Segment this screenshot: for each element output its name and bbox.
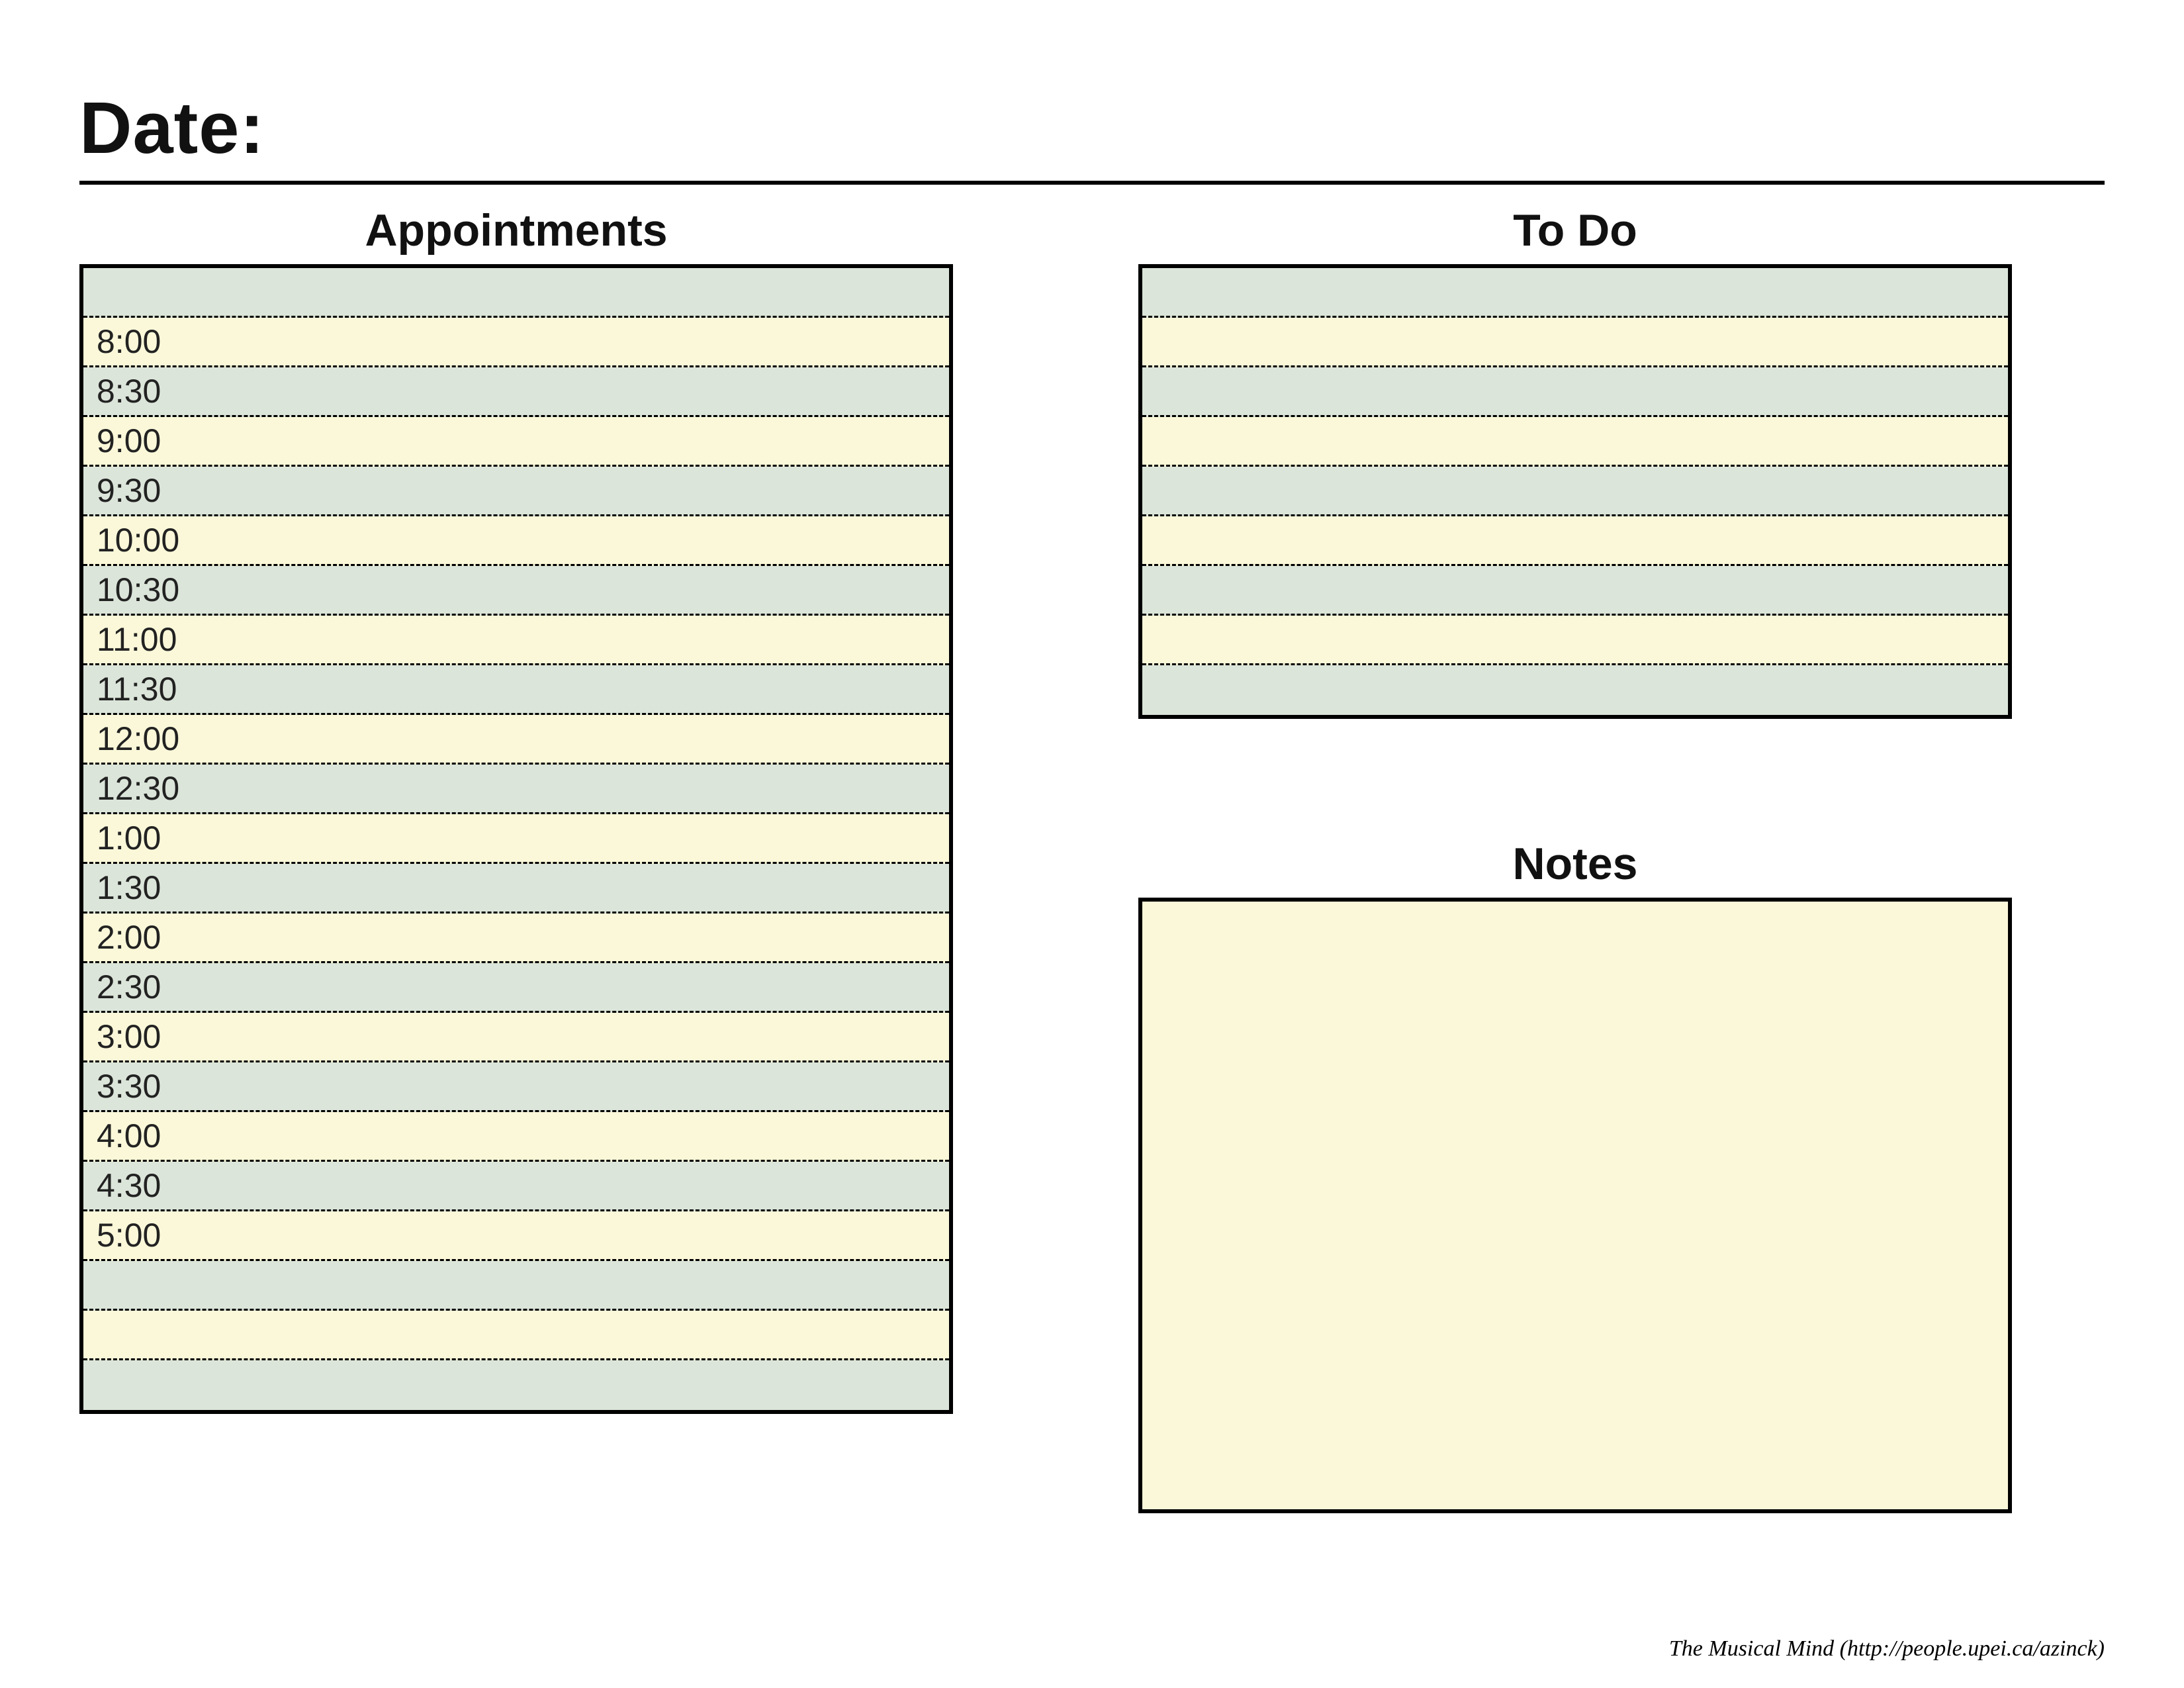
appointment-row: 11:00 [83,616,949,665]
appointment-row: 12:00 [83,715,949,765]
columns: Appointments 8:008:309:009:3010:0010:301… [79,205,2105,1513]
appointments-column: Appointments 8:008:309:009:3010:0010:301… [79,205,953,1414]
appointment-row: 9:30 [83,467,949,516]
appointment-row [83,1360,949,1410]
appointment-row [83,1261,949,1311]
appointment-row: 4:00 [83,1112,949,1162]
todo-row [1142,566,2008,616]
notes-title: Notes [1138,838,2012,890]
appointment-row: 10:00 [83,516,949,566]
appointment-row: 10:30 [83,566,949,616]
appointment-row [83,268,949,318]
todo-row [1142,616,2008,665]
appointment-row: 8:00 [83,318,949,367]
footer-credit: The Musical Mind (http://people.upei.ca/… [1669,1636,2105,1662]
appointment-row: 1:00 [83,814,949,864]
spacer [1138,719,2012,838]
appointment-row: 4:30 [83,1162,949,1211]
appointment-row: 5:00 [83,1211,949,1261]
appointment-row: 3:30 [83,1062,949,1112]
appointment-row: 9:00 [83,417,949,467]
appointment-row [83,1311,949,1360]
todo-row [1142,665,2008,715]
todo-row [1142,268,2008,318]
appointment-row: 1:30 [83,864,949,914]
planner-page: Date: Appointments 8:008:309:009:3010:00… [0,0,2184,1688]
todo-row [1142,467,2008,516]
appointment-row: 2:30 [83,963,949,1013]
appointment-row: 8:30 [83,367,949,417]
appointment-row: 3:00 [83,1013,949,1062]
right-column: To Do Notes [1138,205,2012,1513]
todo-row [1142,318,2008,367]
date-label: Date: [79,86,2105,177]
appointment-row: 12:30 [83,765,949,814]
todo-row [1142,417,2008,467]
todo-title: To Do [1138,205,2012,256]
appointment-row: 11:30 [83,665,949,715]
header-rule [79,181,2105,185]
notes-panel [1138,898,2012,1513]
todo-row [1142,516,2008,566]
todo-row [1142,367,2008,417]
appointments-title: Appointments [79,205,953,256]
todo-panel [1138,264,2012,719]
appointments-panel: 8:008:309:009:3010:0010:3011:0011:3012:0… [79,264,953,1414]
appointment-row: 2:00 [83,914,949,963]
